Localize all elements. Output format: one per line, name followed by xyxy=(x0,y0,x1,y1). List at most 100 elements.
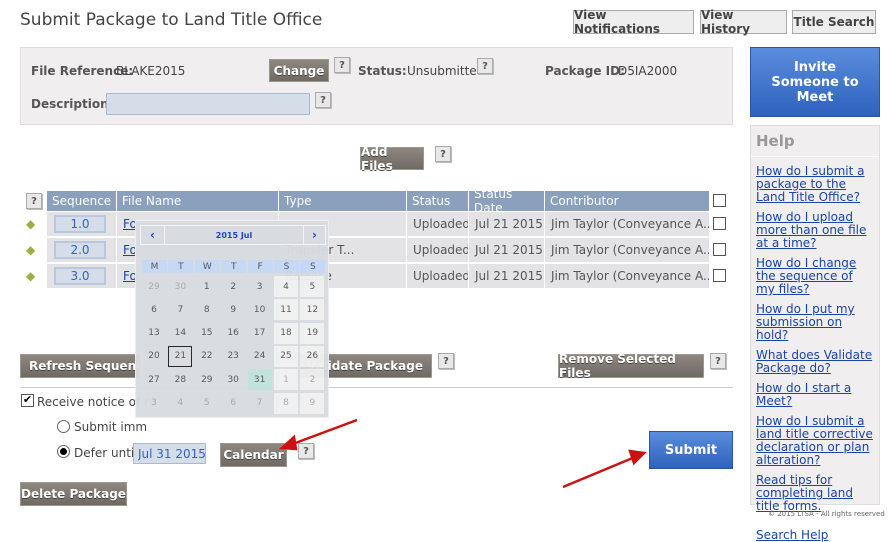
calendar-day[interactable]: 5 xyxy=(195,393,219,414)
file-reference-value: BLAKE2015 xyxy=(116,64,186,78)
help-panel: Help How do I submit a package to the La… xyxy=(750,125,880,542)
sequence-input[interactable]: 2.0 xyxy=(54,241,106,259)
calendar-day[interactable]: 7 xyxy=(168,299,192,320)
description-input[interactable] xyxy=(106,93,310,115)
calendar-day[interactable]: 17 xyxy=(248,323,272,344)
calendar-day[interactable]: 15 xyxy=(195,323,219,344)
package-id-value: D5IA2000 xyxy=(618,64,678,78)
calendar-day[interactable]: 8 xyxy=(195,299,219,320)
calendar-month-title[interactable]: 2015 Jul xyxy=(165,226,303,244)
calendar-day[interactable]: 3 xyxy=(248,276,272,297)
annotation-arrow xyxy=(562,455,636,489)
help-link[interactable]: How do I put my submission on hold? xyxy=(756,303,874,342)
calendar-day[interactable]: 9 xyxy=(300,392,325,414)
change-button[interactable]: Change xyxy=(269,59,329,82)
calendar-day[interactable]: 25 xyxy=(274,345,298,367)
help-link[interactable]: How do I change the sequence of my files… xyxy=(756,257,874,296)
tab-view-history[interactable]: View History xyxy=(700,8,787,36)
calendar-day[interactable]: 13 xyxy=(142,323,166,344)
submit-immediately-radio[interactable] xyxy=(57,420,70,433)
table-cell: Uploaded xyxy=(407,212,468,236)
calendar-day[interactable]: 1 xyxy=(274,369,298,391)
calendar-day[interactable]: 4 xyxy=(168,393,192,414)
next-month-button[interactable]: › xyxy=(303,226,325,244)
calendar-day[interactable]: 24 xyxy=(248,346,272,367)
select-all-checkbox[interactable] xyxy=(713,194,726,207)
defer-until-radio[interactable] xyxy=(57,445,70,458)
help-link[interactable]: What does Validate Package do? xyxy=(756,349,874,375)
calendar-day[interactable]: 18 xyxy=(274,322,298,344)
table-cell: 3.0 xyxy=(47,264,116,288)
tab-title-search[interactable]: Title Search xyxy=(792,10,876,34)
invite-meet-button[interactable]: Invite Someone to Meet xyxy=(750,47,880,117)
calendar-day[interactable]: 12 xyxy=(300,299,325,321)
calendar-day[interactable]: 22 xyxy=(195,346,219,367)
submit-immediately-label: Submit imm xyxy=(74,420,148,434)
calendar-day[interactable]: 30 xyxy=(221,369,245,390)
calendar-day[interactable]: 1 xyxy=(195,276,219,297)
calendar-day[interactable]: 6 xyxy=(221,393,245,414)
calendar-day[interactable]: 30 xyxy=(168,276,192,297)
help-icon[interactable]: ? xyxy=(438,353,454,369)
calendar-day[interactable]: 7 xyxy=(248,393,272,414)
sequence-input[interactable]: 1.0 xyxy=(54,215,106,233)
calendar-day[interactable]: 16 xyxy=(221,323,245,344)
prev-month-button[interactable]: ‹ xyxy=(141,226,165,244)
calendar-day[interactable]: 6 xyxy=(142,299,166,320)
calendar-day[interactable]: 20 xyxy=(142,346,166,367)
calendar-day[interactable]: 26 xyxy=(300,345,325,367)
row-checkbox[interactable] xyxy=(713,269,726,282)
delete-package-button[interactable]: Delete Package xyxy=(20,482,127,506)
annotation-arrowhead xyxy=(279,434,298,451)
calendar-day[interactable]: 11 xyxy=(274,299,298,321)
help-link[interactable]: Read tips for completing land title form… xyxy=(756,474,874,513)
submit-button[interactable]: Submit xyxy=(649,431,733,469)
calendar-day[interactable]: 21 xyxy=(168,345,193,367)
cell-status: Uploaded xyxy=(413,217,468,231)
calendar-day[interactable]: 23 xyxy=(221,346,245,367)
calendar-day[interactable]: 29 xyxy=(142,276,166,297)
calendar-day[interactable]: 9 xyxy=(221,299,245,320)
table-cell: Uploaded xyxy=(407,238,468,262)
sequence-input[interactable]: 3.0 xyxy=(54,267,106,285)
help-icon[interactable]: ? xyxy=(315,92,331,108)
calendar-day[interactable]: 5 xyxy=(300,276,325,297)
row-checkbox[interactable] xyxy=(713,217,726,230)
calendar-day[interactable]: 19 xyxy=(300,322,325,344)
row-checkbox[interactable] xyxy=(713,243,726,256)
help-icon[interactable]: ? xyxy=(26,193,42,209)
calendar-day[interactable]: 2 xyxy=(221,276,245,297)
calendar-day[interactable]: 27 xyxy=(142,369,166,390)
calendar-day[interactable]: 28 xyxy=(168,369,192,390)
defer-date-input[interactable] xyxy=(133,443,206,464)
calendar-day[interactable]: 14 xyxy=(168,323,192,344)
help-icon[interactable]: ? xyxy=(435,146,451,162)
refresh-sequence-button[interactable]: Refresh Sequence xyxy=(20,354,140,378)
help-link[interactable]: How do I submit a land title corrective … xyxy=(756,415,874,467)
table-cell: Jim Taylor (Conveyance A... xyxy=(545,212,709,236)
receive-notice-checkbox[interactable]: ✔ xyxy=(21,394,34,407)
calendar-day[interactable]: 4 xyxy=(274,276,298,297)
tab-view-notifications[interactable]: View Notifications xyxy=(573,8,694,36)
weekday-header: T xyxy=(168,260,194,273)
calendar-day[interactable]: 3 xyxy=(142,393,166,414)
help-icon[interactable]: ? xyxy=(477,58,493,74)
add-files-button[interactable]: Add Files xyxy=(360,145,424,173)
calendar-day[interactable]: 2 xyxy=(300,369,325,391)
reorder-icon[interactable]: ◆ xyxy=(26,269,38,283)
calendar-day[interactable]: 29 xyxy=(195,369,219,390)
help-icon[interactable]: ? xyxy=(710,353,726,369)
calendar-day[interactable]: 8 xyxy=(274,392,298,414)
calendar-day[interactable]: 10 xyxy=(248,299,272,320)
help-link[interactable]: How do I upload more than one file at a … xyxy=(756,211,874,250)
calendar-day[interactable]: 31 xyxy=(247,369,272,391)
table-cell: Jul 21 2015 xyxy=(469,238,544,262)
remove-selected-files-button[interactable]: Remove Selected Files xyxy=(558,352,704,380)
help-link[interactable]: How do I start a Meet? xyxy=(756,382,874,408)
reorder-icon[interactable]: ◆ xyxy=(26,217,38,231)
help-icon[interactable]: ? xyxy=(334,57,350,73)
help-link[interactable]: Search Help xyxy=(756,529,874,542)
column-header-status-date: Status Date xyxy=(469,187,544,215)
help-link[interactable]: How do I submit a package to the Land Ti… xyxy=(756,165,874,204)
reorder-icon[interactable]: ◆ xyxy=(26,243,38,257)
